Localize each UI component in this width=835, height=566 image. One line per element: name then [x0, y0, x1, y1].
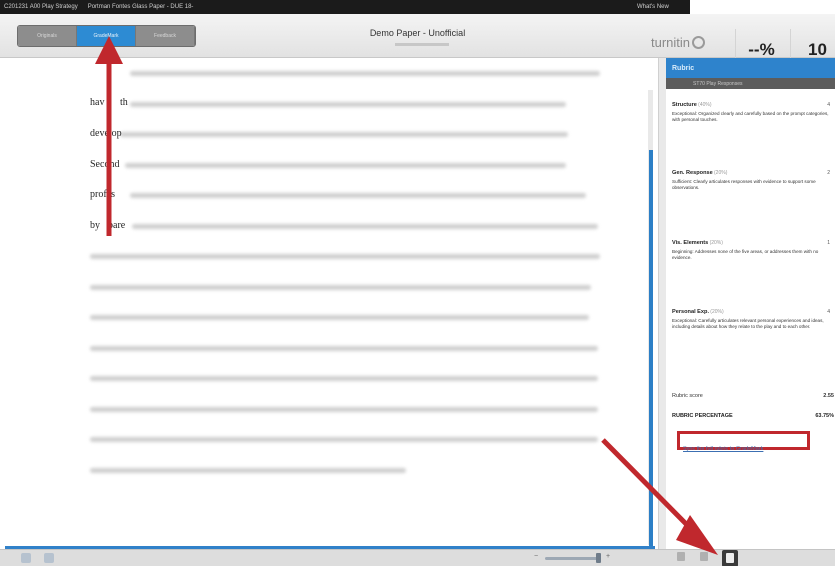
arrow-to-rubric-toggle — [601, 438, 718, 555]
arrow-to-grademark-tab — [95, 36, 123, 236]
annotation-arrows — [95, 36, 718, 555]
